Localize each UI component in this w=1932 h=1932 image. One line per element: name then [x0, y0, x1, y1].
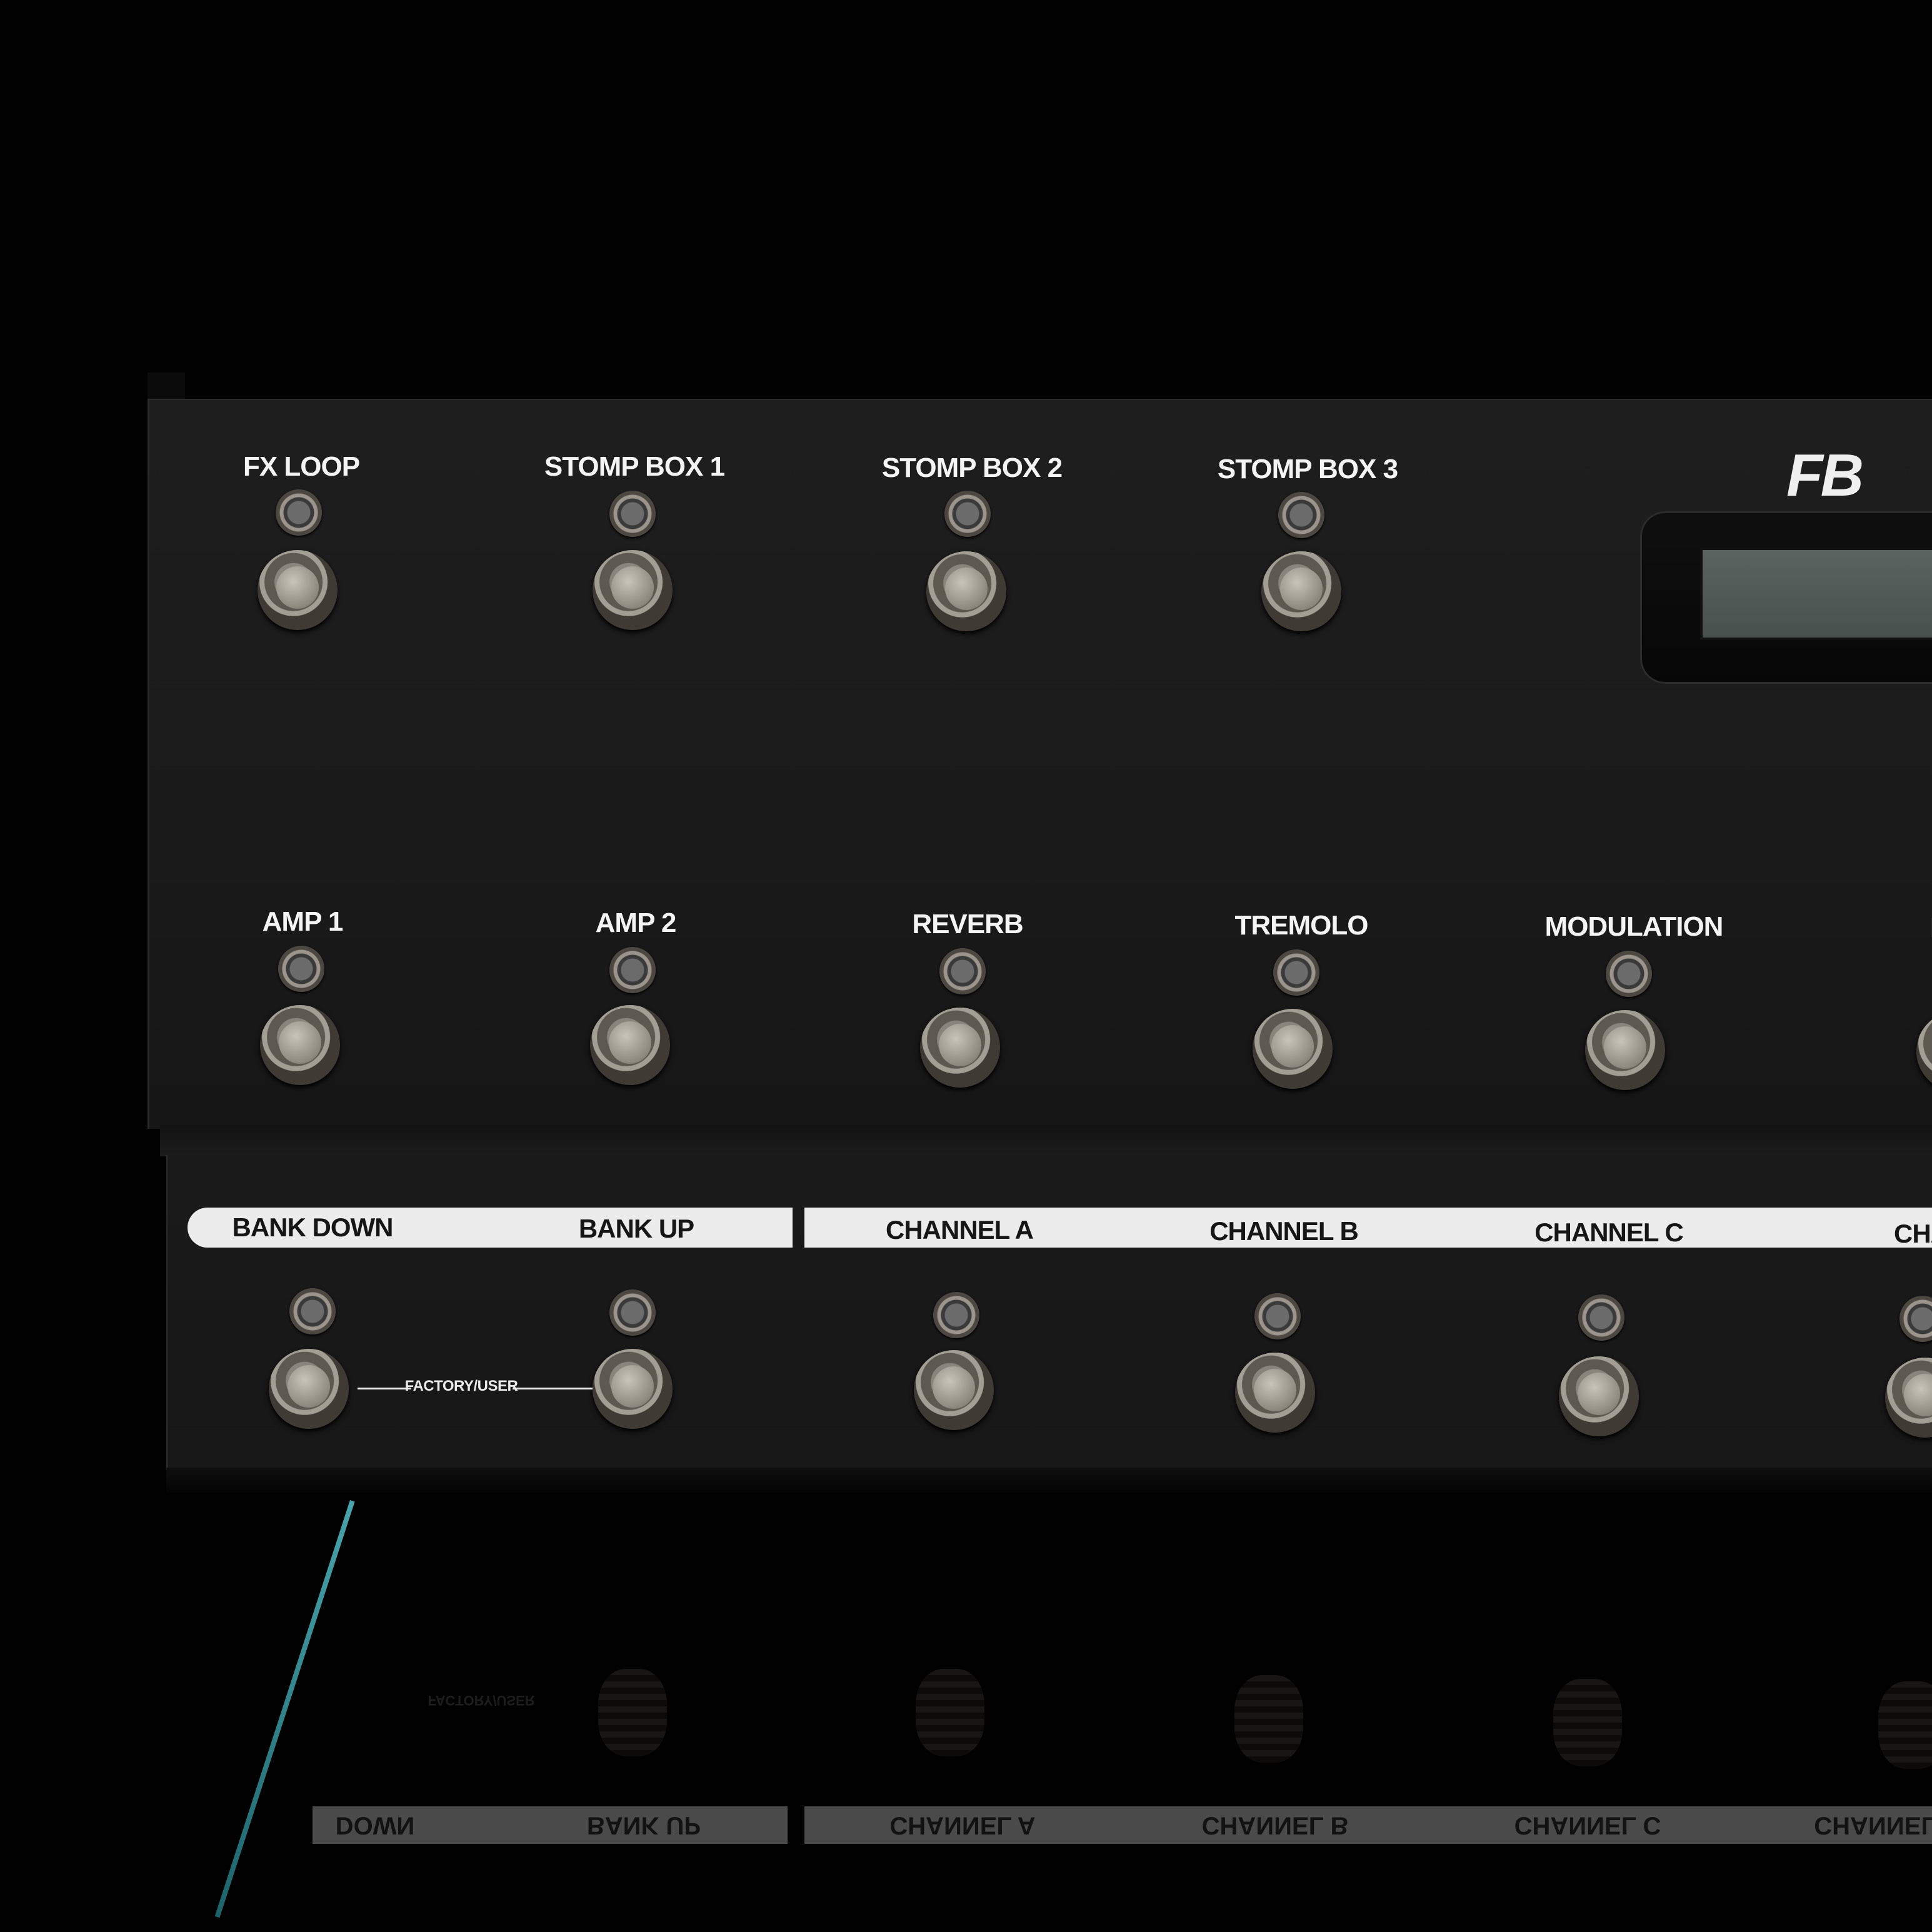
factory-user-line-left [358, 1388, 411, 1389]
lcd-display [1700, 548, 1932, 640]
panel-fold [160, 1125, 1932, 1156]
footswitch-stomp-box-1[interactable] [593, 550, 673, 630]
label-stomp-box-2: STOMP BOX 2 [881, 453, 1063, 483]
reflection-switch [916, 1669, 984, 1756]
footswitch-tremolo[interactable] [1253, 1009, 1333, 1089]
label-bank-up: BANK UP [578, 1214, 694, 1243]
reflection-switch [1553, 1679, 1622, 1766]
factory-user-line-right [513, 1388, 593, 1389]
footswitch-bank-up[interactable] [593, 1349, 673, 1429]
glass-reflection: FACTORY/USER [0, 1488, 1932, 1932]
led-stomp-box-2 [944, 491, 991, 537]
reflection-label: DOWN [335, 1811, 415, 1839]
label-stomp-box-1: STOMP BOX 1 [544, 451, 725, 482]
led-tremolo [1273, 949, 1319, 996]
factory-user-label: FACTORY/USER [404, 1378, 518, 1394]
footswitch-bank-down[interactable] [269, 1349, 349, 1429]
led-bank-up [609, 1289, 656, 1336]
footswitch-amp-1[interactable] [260, 1005, 340, 1085]
footswitch-modulation[interactable] [1585, 1010, 1665, 1090]
led-reverb [939, 948, 986, 994]
led-channel-b [1254, 1293, 1301, 1339]
led-amp-1 [278, 946, 324, 992]
reflection-label: CHANNEL [1814, 1811, 1932, 1839]
led-amp-2 [609, 947, 656, 993]
label-tremolo: TREMOLO [1234, 910, 1369, 941]
pedal-lower-panel [166, 1155, 1932, 1468]
brand-logo: FB [1786, 442, 1864, 509]
reflection-switch [1878, 1681, 1932, 1769]
footswitch-fx-loop[interactable] [258, 550, 338, 630]
reflection-factory-user: FACTORY/USER [428, 1693, 535, 1708]
pedal-unit-panel [148, 399, 1932, 1129]
footswitch-amp-2[interactable] [590, 1005, 670, 1085]
footswitch-channel-c[interactable] [1559, 1356, 1639, 1436]
led-channel-c [1578, 1294, 1624, 1341]
label-bank-down: BANK DOWN [232, 1213, 394, 1242]
footswitch-stomp-box-2[interactable] [926, 551, 1006, 631]
footswitch-channel-a[interactable] [914, 1350, 994, 1430]
label-channel-c: CHANNEL C [1534, 1218, 1684, 1247]
label-reverb: REVERB [912, 909, 1023, 939]
led-stomp-box-1 [609, 491, 656, 537]
led-channel-a [933, 1292, 979, 1338]
unit-top-edge [148, 373, 185, 400]
label-channel-partial: CHAN [1894, 1219, 1932, 1248]
led-fx-loop [276, 489, 322, 536]
label-stomp-box-3: STOMP BOX 3 [1217, 454, 1398, 484]
label-amp-2: AMP 2 [595, 908, 677, 938]
reflection-label: CHANNEL C [1514, 1811, 1661, 1839]
label-channel-a: CHANNEL A [885, 1215, 1034, 1244]
reflection-label: BANK UP [586, 1811, 701, 1839]
label-modulation: MODULATION [1544, 911, 1724, 942]
reflection-label: CHANNEL B [1201, 1811, 1349, 1839]
reflection-switch [598, 1669, 667, 1756]
label-amp-1: AMP 1 [262, 906, 344, 937]
label-channel-b: CHANNEL B [1209, 1216, 1359, 1246]
footswitch-stomp-box-3[interactable] [1261, 551, 1341, 631]
led-bank-down [289, 1288, 336, 1334]
led-modulation [1606, 951, 1652, 997]
led-stomp-box-3 [1278, 492, 1324, 538]
reflection-label: CHANNEL A [889, 1811, 1036, 1839]
footswitch-channel-b[interactable] [1235, 1353, 1315, 1433]
reflection-switch [1234, 1675, 1303, 1763]
footswitch-reverb[interactable] [920, 1008, 1000, 1088]
label-fx-loop: FX LOOP [243, 451, 360, 482]
